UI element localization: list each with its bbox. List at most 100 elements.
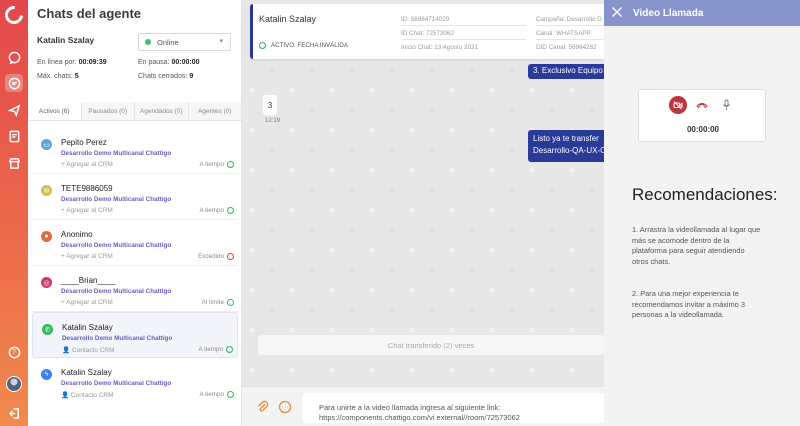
add-crm-link[interactable]: + Agregar al CRM <box>61 299 113 306</box>
chat-contact-name: Pepito Perez <box>61 138 107 147</box>
chat-item[interactable]: ✉ TETE9886059 Desarrollo Demo Multicanal… <box>32 174 238 220</box>
crm-label: Agregar al CRM <box>66 207 113 214</box>
quick-reply-icon[interactable] <box>278 400 292 414</box>
message-line: Listo ya te transfer <box>533 134 599 143</box>
online-time-label: En línea por: <box>37 59 77 66</box>
chat-time-status: A tiempo <box>198 346 233 353</box>
chevron-down-icon: ▾ <box>219 38 223 45</box>
video-title: Video Llamada <box>633 8 704 19</box>
contact-crm-link[interactable]: 👤 Contacto CRM <box>62 346 115 354</box>
chat-list-panel: Chats del agente Katalin Szalay Online ▾… <box>28 0 242 426</box>
chat-contact-name: Katalin Szalay <box>62 323 113 332</box>
messenger-icon: ϟ <box>41 369 52 380</box>
contact-name: Katalin Szalay <box>259 14 317 24</box>
help-icon[interactable]: ? <box>5 343 23 361</box>
camera-off-button[interactable] <box>669 96 687 114</box>
time-status-label: A tiempo <box>198 346 223 353</box>
chat-campaign: Desarrollo Demo Multicanal Chattigo <box>61 242 172 249</box>
chat-item[interactable]: ◎ ____Brian____ Desarrollo Demo Multican… <box>32 266 238 312</box>
microphone-icon <box>722 99 730 110</box>
online-dot <box>145 39 151 45</box>
send-icon[interactable] <box>5 101 23 119</box>
report-icon[interactable] <box>5 127 23 145</box>
crm-label: Agregar al CRM <box>66 253 113 260</box>
chattigo-logo[interactable] <box>1 2 27 28</box>
chat-time-status: Al límite <box>202 299 234 306</box>
time-status-label: Al límite <box>201 299 224 306</box>
chat-contact-name: Katalin Szalay <box>61 368 112 377</box>
contact-id: ID: 56984714029 <box>401 16 526 26</box>
avatar[interactable] <box>6 376 22 392</box>
chat-contact-name: ____Brian____ <box>61 276 116 285</box>
chat-campaign: Desarrollo Demo Multicanal Chattigo <box>61 380 172 387</box>
time-status-label: A tiempo <box>199 391 224 398</box>
chat-item-selected[interactable]: ✆ Katalin Szalay Desarrollo Demo Multica… <box>32 312 238 358</box>
clock-icon <box>259 42 266 49</box>
contact-info-card: Katalin Szalay ACTIVO: FECHA INVÁLIDA ID… <box>250 4 607 59</box>
camera-off-icon <box>673 101 683 110</box>
video-header: Video Llamada <box>604 0 800 26</box>
closed-chats-label: Chats cerrados: <box>138 73 188 80</box>
chat-bubble-icon[interactable] <box>5 48 23 66</box>
mic-button[interactable] <box>719 98 733 112</box>
tab-pausados[interactable]: Pausados (0) <box>82 102 135 120</box>
webchat-icon: ▭ <box>41 139 52 150</box>
chat-item[interactable]: ϟ Katalin Szalay Desarrollo Demo Multica… <box>32 358 238 404</box>
clock-icon <box>226 346 233 353</box>
help-glyph: ? <box>12 348 16 356</box>
pause-time-label: En pausa: <box>138 59 170 66</box>
message-line: Desarrollo-QA-UX-C <box>533 146 604 155</box>
chat-campaign: Desarrollo Demo Multicanal Chattigo <box>61 288 172 295</box>
status-select[interactable]: Online ▾ <box>138 33 231 51</box>
recommendation-2: 2. Para una mejor experiencia te recomen… <box>632 289 745 319</box>
chat-item[interactable]: ▭ Pepito Perez Desarrollo Demo Multicana… <box>32 128 238 174</box>
max-chats-label: Máx. chats: <box>37 73 73 80</box>
instagram-icon: ◎ <box>41 277 52 288</box>
max-chats-value: 5 <box>74 73 79 80</box>
tab-agendados[interactable]: Agendados (0) <box>135 102 189 120</box>
webchat-icon: ● <box>41 231 52 242</box>
add-crm-link[interactable]: + Agregar al CRM <box>61 253 113 260</box>
chat-time-status: Excedido <box>198 253 234 260</box>
nav-rail: ? <box>0 0 28 426</box>
chat-status-text: ACTIVO: FECHA INVÁLIDA <box>271 42 349 49</box>
chat-contact-name: Anonimo <box>61 230 93 239</box>
logout-icon[interactable] <box>5 404 23 422</box>
time-status-label: Excedido <box>198 253 224 260</box>
pause-time: En pausa: 00:00:00 <box>138 59 200 66</box>
time-status-label: A tiempo <box>199 161 224 168</box>
clock-icon <box>227 253 234 260</box>
hang-up-button[interactable] <box>695 98 709 112</box>
chat-list: ▭ Pepito Perez Desarrollo Demo Multicana… <box>32 128 238 404</box>
store-icon[interactable] <box>5 154 23 172</box>
contact-crm-link[interactable]: 👤 Contacto CRM <box>61 391 114 399</box>
chat-time-status: A tiempo <box>199 391 234 398</box>
message-input[interactable]: Para unirte a la video llamada ingresa a… <box>302 393 604 423</box>
add-crm-link[interactable]: + Agregar al CRM <box>61 161 113 168</box>
close-icon[interactable] <box>611 6 623 18</box>
campaign: Campaña: Desarrollo D <box>536 16 607 26</box>
tab-activos[interactable]: Activos (6) <box>28 102 82 120</box>
crm-label: Agregar al CRM <box>66 161 113 168</box>
chat-item[interactable]: ● Anonimo Desarrollo Demo Multicanal Cha… <box>32 220 238 266</box>
chat-contact-name: TETE9886059 <box>61 184 113 193</box>
pause-time-value: 00:00:00 <box>171 59 200 66</box>
time-status-label: A tiempo <box>199 207 224 214</box>
add-crm-link[interactable]: + Agregar al CRM <box>61 207 113 214</box>
chat-campaign: Desarrollo Demo Multicanal Chattigo <box>62 335 173 342</box>
conversation-area: Katalin Szalay ACTIVO: FECHA INVÁLIDA ID… <box>242 0 607 426</box>
chat-active-icon[interactable] <box>5 74 23 92</box>
chat-tabs: Activos (6) Pausados (0) Agendados (0) A… <box>28 102 241 121</box>
message-outgoing: Listo ya te transfer Desarrollo-QA-UX-C <box>528 130 604 162</box>
sms-icon: ✉ <box>41 185 52 196</box>
call-timer: 00:00:00 <box>686 125 720 134</box>
message-time: 12:19 <box>265 118 281 124</box>
recommendations-title: Recomendaciones: <box>632 185 778 204</box>
did-channel: DID Canal: 56964282 <box>536 44 597 51</box>
attach-icon[interactable] <box>256 400 270 414</box>
chat-start: Inicio Chat: 13 Agosto 2021 <box>401 44 479 51</box>
online-time: En línea por: 00:09:39 <box>37 59 107 66</box>
tab-agentes[interactable]: Agentes (0) <box>189 102 242 120</box>
crm-label: Contacto CRM <box>71 347 115 354</box>
closed-chats: Chats cerrados: 9 <box>138 73 193 80</box>
